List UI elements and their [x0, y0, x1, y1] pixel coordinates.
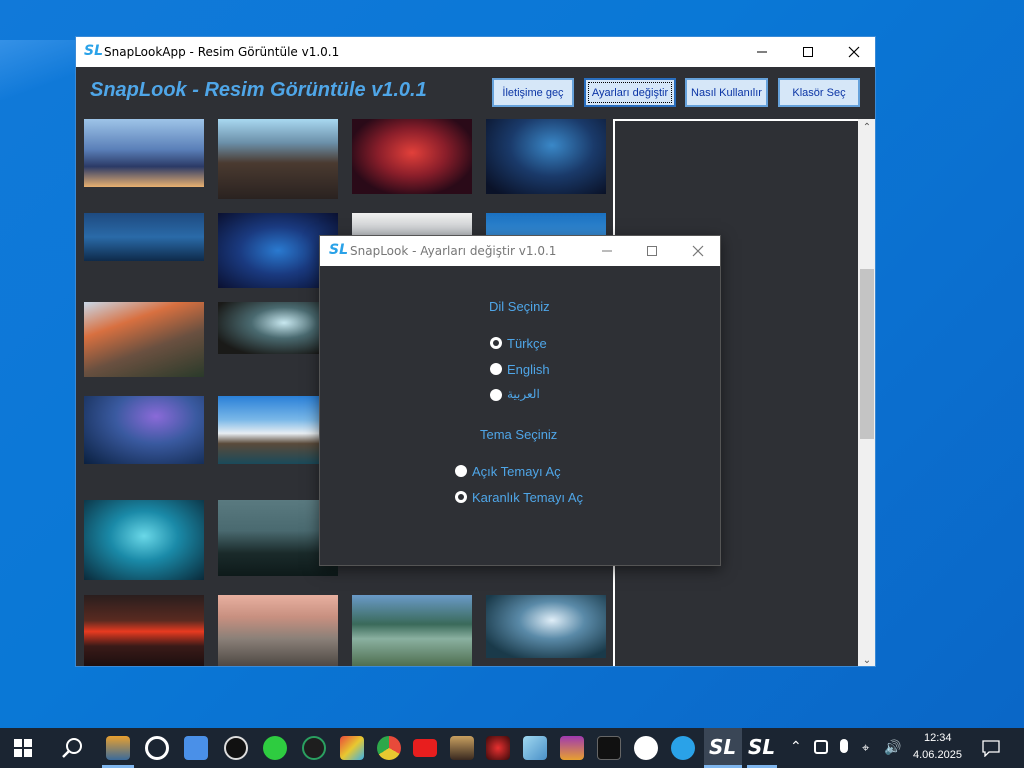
contact-button[interactable]: İletişime geç: [492, 78, 574, 107]
eye-icon[interactable]: [486, 736, 510, 760]
thumbnail[interactable]: [486, 119, 606, 194]
github-icon[interactable]: [634, 736, 658, 760]
gallery-scrollbar[interactable]: ⌃ ⌄: [858, 119, 875, 666]
whatsapp-icon[interactable]: [263, 736, 287, 760]
dialog-title: SnapLook - Ayarları değiştir v1.0.1: [350, 244, 557, 258]
settings-dialog: SL SnapLook - Ayarları değiştir v1.0.1 D…: [319, 235, 721, 566]
app-title: SnapLook - Resim Görüntüle v1.0.1: [90, 79, 427, 101]
start-button[interactable]: [14, 739, 32, 761]
settings-button[interactable]: Ayarları değiştir: [584, 78, 676, 107]
close-icon: [692, 245, 704, 257]
close-icon: [848, 46, 860, 58]
snaplook-task[interactable]: SL: [743, 728, 781, 768]
snaplook-icon: SL: [748, 735, 776, 759]
radio-arabic[interactable]: [490, 389, 502, 401]
thumbnail[interactable]: [84, 500, 204, 580]
clock-time[interactable]: 12:34: [924, 732, 952, 744]
language-heading: Dil Seçiniz: [489, 299, 550, 314]
maximize-button[interactable]: [785, 37, 831, 67]
radio-dark-theme[interactable]: [455, 491, 467, 503]
app-icon: SL: [329, 242, 349, 258]
select-folder-button[interactable]: Klasör Seç: [778, 78, 860, 107]
window-title: SnapLookApp - Resim Görüntüle v1.0.1: [104, 45, 340, 59]
maximize-icon: [647, 246, 657, 256]
howto-button[interactable]: Nasıl Kullanılır: [685, 78, 768, 107]
minimize-icon: [602, 250, 612, 252]
thumbnail[interactable]: [84, 119, 204, 187]
thumbnail[interactable]: [84, 595, 204, 666]
taskbar: SL SL ⌃ ⌖ 🔊 12:34 4.06.2025: [0, 728, 1024, 768]
thumbnail[interactable]: [218, 595, 338, 666]
microphone-icon[interactable]: [840, 739, 848, 753]
notes-icon[interactable]: [523, 736, 547, 760]
minimize-icon: [757, 51, 767, 53]
radio-turkish[interactable]: [490, 337, 502, 349]
finder-icon[interactable]: [184, 736, 208, 760]
close-button[interactable]: [831, 37, 875, 67]
label-light-theme[interactable]: Açık Temayı Aç: [472, 464, 561, 479]
app-header: SnapLook - Resim Görüntüle v1.0.1 İletiş…: [76, 67, 875, 119]
label-dark-theme[interactable]: Karanlık Temayı Aç: [472, 490, 583, 505]
search-button[interactable]: [61, 737, 83, 763]
dialog-titlebar[interactable]: SL SnapLook - Ayarları değiştir v1.0.1: [320, 236, 720, 266]
thumbnail[interactable]: [486, 595, 606, 658]
thumbnail[interactable]: [84, 302, 204, 377]
camera-icon[interactable]: [814, 740, 828, 754]
film-icon[interactable]: [106, 736, 130, 760]
steam-icon[interactable]: [145, 736, 169, 760]
media-icon[interactable]: [450, 736, 474, 760]
snaplook-icon: SL: [709, 735, 737, 759]
windows-icon: [14, 739, 32, 757]
dialog-close-button[interactable]: [675, 236, 721, 266]
chrome-icon[interactable]: [377, 736, 401, 760]
main-titlebar[interactable]: SL SnapLookApp - Resim Görüntüle v1.0.1: [76, 37, 875, 67]
winrar-icon[interactable]: [560, 736, 584, 760]
scroll-thumb[interactable]: [860, 269, 874, 439]
chevron-up-icon[interactable]: ⌃: [790, 738, 802, 755]
volume-icon[interactable]: 🔊: [884, 739, 901, 756]
radio-english[interactable]: [490, 363, 502, 375]
youtube-icon[interactable]: [413, 739, 437, 757]
clock-date[interactable]: 4.06.2025: [913, 749, 962, 761]
telegram-icon[interactable]: [671, 736, 695, 760]
thumbnail[interactable]: [352, 119, 472, 194]
maximize-icon: [803, 47, 813, 57]
thumbnail[interactable]: [352, 595, 472, 666]
search-icon: [62, 738, 82, 758]
gamepass-icon[interactable]: [302, 736, 326, 760]
paint-icon[interactable]: [340, 736, 364, 760]
snaplook-task-active[interactable]: SL: [704, 728, 742, 768]
wifi-icon[interactable]: ⌖: [862, 740, 869, 756]
label-english[interactable]: English: [507, 362, 550, 377]
scroll-up-icon[interactable]: ⌃: [858, 119, 875, 135]
thumbnail[interactable]: [218, 119, 338, 199]
thumbnail[interactable]: [84, 396, 204, 464]
label-turkish[interactable]: Türkçe: [507, 336, 547, 351]
wallpaper-light: [0, 40, 80, 100]
dialog-minimize-button[interactable]: [584, 236, 630, 266]
thumbnail[interactable]: [84, 213, 204, 261]
obs-icon[interactable]: [224, 736, 248, 760]
theme-heading: Tema Seçiniz: [480, 427, 558, 442]
dialog-maximize-button[interactable]: [629, 236, 675, 266]
minimize-button[interactable]: [739, 37, 785, 67]
capcut-icon[interactable]: [597, 736, 621, 760]
app-icon: SL: [84, 43, 104, 59]
notifications-button[interactable]: [982, 739, 1000, 761]
scroll-down-icon[interactable]: ⌄: [858, 652, 875, 666]
notification-icon: [982, 740, 1000, 758]
label-arabic[interactable]: العربية: [507, 387, 540, 401]
radio-light-theme[interactable]: [455, 465, 467, 477]
